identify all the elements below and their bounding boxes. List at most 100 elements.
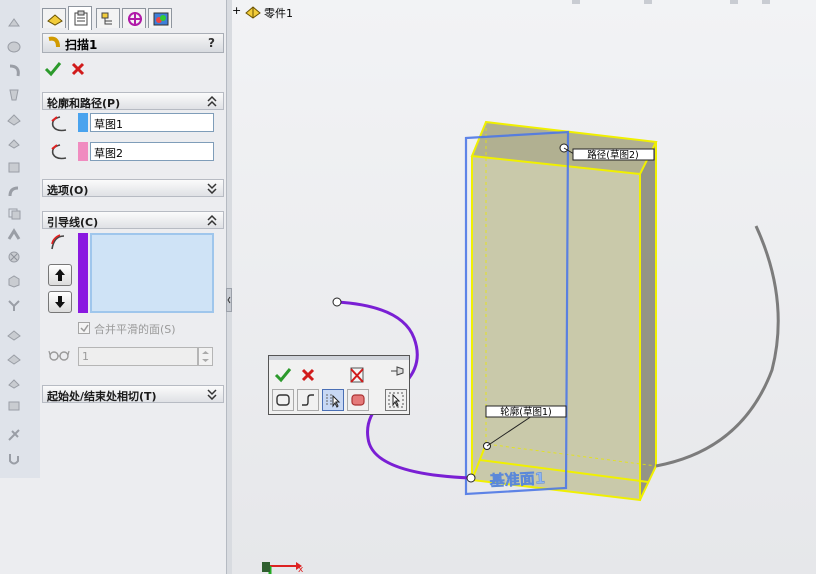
fillet-icon[interactable] (6, 328, 22, 342)
pin-icon (391, 366, 404, 376)
guide-list-box[interactable] (90, 233, 214, 313)
select-region-icon (326, 394, 341, 408)
ctx-select-button[interactable] (385, 389, 407, 411)
group-guides-header[interactable]: 引导线(C) (42, 211, 224, 229)
guide-selector-icon (51, 234, 65, 250)
body-front-face (472, 156, 640, 500)
ok-button[interactable] (44, 60, 62, 78)
profile-callout-text: 轮廓(草图1) (500, 406, 551, 418)
tab-display-manager[interactable] (148, 8, 172, 28)
group-profile-path-label: 轮廓和路径(P) (47, 97, 121, 110)
rib-icon[interactable] (6, 298, 22, 312)
spin-arrows[interactable] (198, 347, 213, 366)
glasses-icon (48, 350, 70, 361)
hole-wizard-icon[interactable] (6, 250, 22, 264)
profile-color-swatch (78, 113, 88, 132)
revolve-boss-icon[interactable] (6, 40, 22, 54)
feature-title-bar: 扫描1 ? (42, 33, 224, 53)
draft-icon[interactable] (6, 376, 22, 390)
tab-feature-manager[interactable] (42, 8, 66, 28)
ctx-open-loop-button[interactable] (297, 389, 319, 411)
select-cursor-icon (388, 392, 404, 408)
collapse-left-icon (227, 296, 231, 304)
ok-check-icon (44, 62, 62, 77)
manager-tabs (40, 6, 226, 30)
clear-selections-icon (350, 367, 364, 383)
path-curve (655, 225, 780, 468)
sweep-feature-icon (48, 36, 60, 48)
tab-property-manager[interactable] (68, 6, 92, 30)
wrap-icon[interactable] (6, 398, 22, 412)
ctx-clear-selections-button[interactable] (346, 364, 368, 386)
reference-geometry-icon[interactable] (6, 428, 22, 442)
expand-down-icon (207, 183, 217, 194)
move-down-button[interactable] (48, 291, 72, 313)
move-down-icon (55, 296, 65, 308)
ctx-pin-button[interactable] (387, 362, 409, 384)
help-button[interactable]: ? (208, 36, 215, 50)
ctx-cancel-button[interactable] (297, 364, 319, 386)
guide-color-swatch (78, 233, 88, 313)
collapse-up-icon (207, 95, 217, 107)
sweep-context-toolbar (268, 355, 410, 415)
expand-down-icon (207, 389, 217, 400)
ctx-ok-button[interactable] (272, 364, 294, 386)
cancel-x-icon (71, 62, 85, 76)
ctx-select-region-button[interactable] (322, 389, 344, 411)
plane-label: 基准面1 (488, 469, 545, 490)
toolbar-grip[interactable] (269, 356, 409, 360)
group-guides-label: 引导线(C) (47, 216, 99, 229)
tab-configuration-manager[interactable] (96, 8, 120, 28)
merge-faces-checkbox[interactable] (78, 322, 90, 334)
loft-boss-icon[interactable] (6, 88, 22, 102)
sweep-cut-icon[interactable] (6, 184, 22, 198)
curves-icon[interactable] (6, 452, 22, 466)
model-viewport: 路径(草图2) 轮廓(草图1) 基准面1 x (262, 120, 780, 574)
cancel-x-icon (301, 368, 315, 382)
revolve-cut-icon[interactable] (6, 160, 22, 174)
checkmark-icon (80, 324, 89, 333)
guide-start-point (332, 297, 342, 307)
loft-cut-icon[interactable] (6, 206, 22, 220)
tab-dimxpert-icon (128, 12, 142, 26)
boundary-boss-icon[interactable] (6, 112, 22, 126)
closed-loop-icon (276, 394, 290, 406)
path-callout-text: 路径(草图2) (587, 149, 638, 161)
chamfer-icon[interactable] (6, 352, 22, 366)
collapse-up-icon (207, 214, 217, 226)
group-options-label: 选项(O) (47, 184, 89, 197)
tab-dimxpert-manager[interactable] (122, 8, 146, 28)
ctx-closed-loop-button[interactable] (272, 389, 294, 411)
spin-updown-icon (202, 351, 209, 362)
ctx-fill-region-button[interactable] (347, 389, 369, 411)
extrude-boss-icon[interactable] (6, 16, 22, 30)
region-fill-icon (351, 394, 365, 406)
property-manager: 扫描1 ? 轮廓和路径(P) 草图1 草图2 选项(O) 引导线(C) 合并平滑… (40, 0, 226, 574)
profile-field[interactable]: 草图1 (90, 113, 214, 132)
guide-end-point (466, 473, 476, 483)
triad-origin (262, 562, 270, 572)
group-tangency-label: 起始处/结束处相切(T) (47, 390, 157, 403)
profile-selector-icon (51, 116, 67, 132)
path-field[interactable]: 草图2 (90, 142, 214, 161)
command-strip (0, 0, 41, 574)
graphics-area[interactable]: + 零件1 路径(草图2) 轮廓(草图1) 基准面1 x (232, 0, 816, 574)
group-options-header[interactable]: 选项(O) (42, 179, 224, 197)
sweep-boss-icon[interactable] (6, 64, 22, 78)
path-color-swatch (78, 142, 88, 161)
open-loop-icon (302, 394, 314, 406)
tab-property-manager-icon (74, 10, 88, 26)
boundary-cut-icon[interactable] (6, 228, 22, 242)
twist-spin-field[interactable]: 1 (78, 347, 198, 366)
shell-icon[interactable] (6, 274, 22, 288)
tab-display-icon (153, 12, 169, 26)
group-profile-path-header[interactable]: 轮廓和路径(P) (42, 92, 224, 110)
move-up-icon (55, 269, 65, 281)
move-up-button[interactable] (48, 264, 72, 286)
merge-faces-label: 合并平滑的面(S) (94, 323, 176, 336)
cancel-button[interactable] (69, 60, 87, 78)
extrude-cut-icon[interactable] (6, 136, 22, 150)
group-tangency-header[interactable]: 起始处/结束处相切(T) (42, 385, 224, 403)
feature-title: 扫描1 (65, 38, 98, 52)
path-selector-icon (51, 144, 67, 160)
